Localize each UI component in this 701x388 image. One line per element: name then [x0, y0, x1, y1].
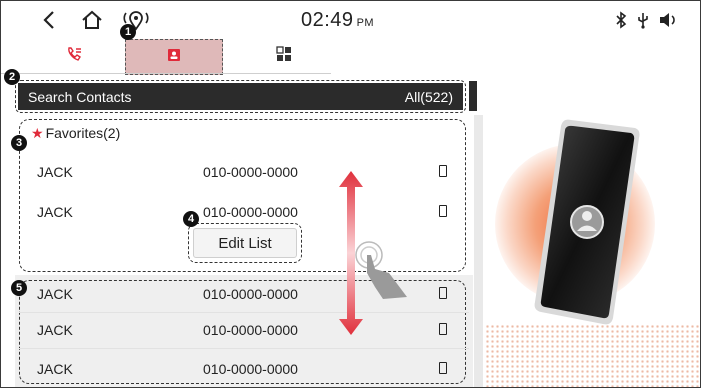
keypad-icon: [276, 45, 292, 67]
search-contacts-bar[interactable]: Search Contacts All(522): [18, 83, 463, 110]
clock-ampm: PM: [356, 17, 375, 29]
contact-number: 010-0000-0000: [203, 164, 298, 180]
edit-list-button[interactable]: Edit List: [193, 228, 297, 258]
bluetooth-icon: [613, 7, 629, 33]
contact-number: 010-0000-0000: [203, 361, 298, 377]
search-label: Search Contacts: [28, 88, 132, 105]
contact-number: 010-0000-0000: [203, 204, 298, 220]
back-icon[interactable]: [37, 7, 61, 33]
callout-5: 5: [11, 280, 27, 296]
favorites-title: Favorites(2): [45, 125, 121, 141]
contacts-icon: [167, 48, 181, 67]
favorites-header: ★ Favorites(2): [31, 125, 120, 142]
clock: 02:49 PM: [301, 9, 374, 32]
volume-icon: [657, 7, 679, 33]
mobile-phone-icon: [439, 165, 447, 177]
contact-name: JACK: [37, 361, 73, 377]
app-frame: 02:49 PM Search Contacts All(522) ★ Favo…: [0, 0, 701, 388]
usb-icon: [635, 7, 651, 33]
callout-3: 3: [11, 135, 27, 151]
status-bar: 02:49 PM: [1, 1, 700, 39]
star-icon: ★: [31, 125, 44, 141]
callout-4: 4: [183, 211, 199, 227]
contact-name: JACK: [37, 204, 73, 220]
tab-call-history[interactable]: [39, 39, 109, 73]
phone-illustration: [485, 74, 700, 387]
scroll-gesture-graphic: [339, 171, 407, 335]
index-tab[interactable]: [469, 81, 477, 111]
row-divider: [19, 348, 469, 349]
tab-divider: [1, 73, 331, 74]
contact-number: 010-0000-0000: [203, 286, 298, 302]
mobile-phone-icon: [439, 205, 447, 217]
contact-name: JACK: [37, 286, 73, 302]
callout-1: 1: [120, 24, 136, 40]
tab-bar: [1, 39, 331, 75]
call-log-icon: [66, 46, 82, 67]
home-icon[interactable]: [79, 7, 105, 33]
contact-name: JACK: [37, 322, 73, 338]
clock-time: 02:49: [301, 9, 354, 31]
tab-keypad[interactable]: [249, 39, 319, 73]
double-arrow-icon: [339, 171, 363, 335]
callout-2: 2: [4, 69, 20, 85]
contact-avatar-icon: [570, 205, 604, 239]
contact-number: 010-0000-0000: [203, 322, 298, 338]
mobile-phone-icon: [439, 323, 447, 335]
mobile-phone-icon: [439, 287, 447, 299]
tab-contacts[interactable]: [125, 39, 223, 75]
list-scrollbar[interactable]: [474, 115, 483, 387]
contact-count: All(522): [404, 88, 453, 105]
mobile-phone-icon: [439, 362, 447, 374]
smartphone-icon: [534, 119, 640, 325]
swipe-hand-icon: [355, 241, 407, 299]
contact-row[interactable]: JACK 010-0000-0000: [1, 352, 471, 387]
contact-name: JACK: [37, 164, 73, 180]
